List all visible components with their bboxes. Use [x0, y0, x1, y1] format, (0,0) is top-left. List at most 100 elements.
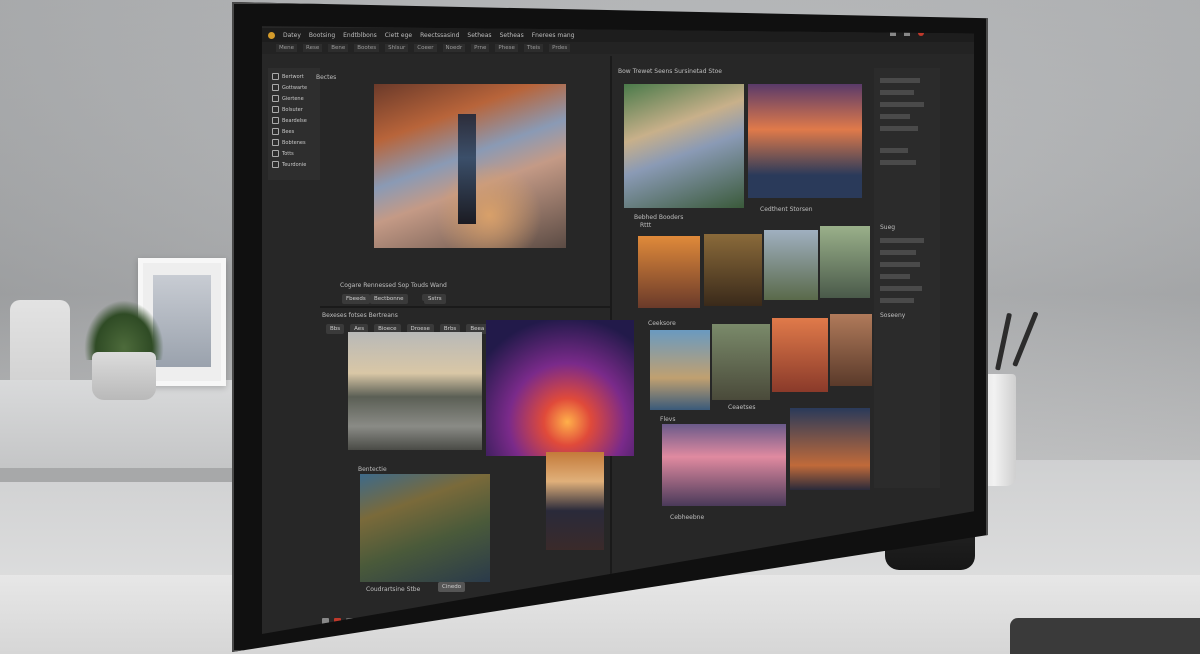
- crop-icon: [272, 95, 279, 102]
- menu-item[interactable]: Setheas: [500, 32, 524, 39]
- tab[interactable]: Shlsur: [385, 44, 409, 52]
- panel-label: Soseeny: [880, 312, 906, 319]
- subject-figure: [458, 114, 476, 224]
- gallery-label: Flevs: [660, 416, 676, 423]
- menu-item[interactable]: Bootsing: [309, 32, 335, 39]
- properties-panel: Sueg Soseeny: [874, 68, 940, 488]
- tab[interactable]: Tteis: [523, 44, 544, 52]
- property-row[interactable]: [880, 126, 918, 131]
- property-row[interactable]: [880, 78, 920, 83]
- layers-icon: [272, 106, 279, 113]
- tool-label: Beardelse: [282, 117, 307, 124]
- menu-item[interactable]: Ciett ege: [385, 32, 412, 39]
- tab[interactable]: Coeer: [414, 44, 437, 52]
- tool-brush[interactable]: Bertwort: [272, 72, 316, 81]
- tool-panel: Bertwort Gottwarte Giertene Bolsuter Bea…: [268, 68, 320, 180]
- main-canvas-image[interactable]: [374, 84, 566, 248]
- tab[interactable]: Bene: [328, 44, 349, 52]
- gallery-photo[interactable]: [638, 236, 700, 308]
- canvas-button[interactable]: Bectbonne: [370, 294, 408, 304]
- gallery-header: Bow Trewet Seens Sursinetad Stoe: [618, 68, 722, 75]
- tool-label: Teurdonie: [282, 161, 307, 168]
- gallery-label: Ceeksore: [648, 320, 676, 327]
- property-row[interactable]: [880, 102, 924, 107]
- thumbnail-portrait-landscape[interactable]: [360, 474, 490, 582]
- property-row[interactable]: [880, 148, 908, 153]
- gallery-photo[interactable]: [772, 318, 828, 392]
- thumbnail-portrait[interactable]: [546, 452, 604, 550]
- tab[interactable]: Bootes: [354, 44, 380, 52]
- tab[interactable]: Mene: [276, 44, 297, 52]
- property-row[interactable]: [880, 262, 920, 267]
- eyedropper-icon: [272, 117, 279, 124]
- property-row[interactable]: [880, 298, 914, 303]
- lower-bar-button[interactable]: Cinedo: [438, 582, 466, 592]
- gallery-photo[interactable]: [650, 330, 710, 410]
- tool-label: Bees: [282, 128, 295, 135]
- tool-text[interactable]: Totts: [272, 149, 316, 158]
- brush-icon: [272, 73, 279, 80]
- tool-label: Giertene: [282, 95, 304, 102]
- gallery-label: Bebhed Booders: [634, 214, 684, 221]
- canvas-header: Bectes: [316, 74, 337, 81]
- tool-label: Gottwarte: [282, 84, 308, 91]
- tab[interactable]: Prne: [471, 44, 490, 52]
- tab[interactable]: Prdes: [549, 44, 571, 52]
- tool-stamp[interactable]: Bees: [272, 127, 316, 136]
- tool-lasso[interactable]: Gottwarte: [272, 83, 316, 92]
- lower-header: Bexeses fotses Bertreans: [322, 312, 398, 319]
- pane-divider[interactable]: [610, 56, 612, 576]
- menu-item[interactable]: Fnerees mang: [532, 32, 575, 39]
- gallery-photo[interactable]: [704, 234, 762, 306]
- app-logo-icon: [268, 31, 275, 39]
- lower-bar: Coudrartsine Stbe: [366, 586, 421, 593]
- thumbnail-neon-forest[interactable]: [486, 320, 634, 456]
- plant: [84, 300, 164, 360]
- tool-label: Bertwort: [282, 73, 304, 80]
- tab[interactable]: Noedr: [442, 44, 466, 52]
- lasso-icon: [272, 84, 279, 91]
- tab-bar: Mene Rese Bene Bootes Shlsur Coeer Noedr…: [262, 42, 974, 54]
- tool-zoom[interactable]: Teurdonie: [272, 160, 316, 169]
- gallery-photo[interactable]: [748, 84, 862, 198]
- menu-item[interactable]: Reectssasind: [420, 32, 459, 39]
- property-row[interactable]: [880, 160, 916, 165]
- menu-item[interactable]: Datey: [283, 32, 301, 39]
- plant-pot: [92, 352, 156, 400]
- gallery-photo[interactable]: [820, 226, 870, 298]
- property-row[interactable]: [880, 286, 922, 291]
- gallery-photo[interactable]: [624, 84, 744, 208]
- gallery-label: Rttt: [640, 222, 652, 229]
- tool-eraser[interactable]: Bobtenes: [272, 138, 316, 147]
- menu-item[interactable]: Setheas: [467, 32, 491, 39]
- lower-tab[interactable]: Bbs: [326, 324, 345, 334]
- gallery-photo[interactable]: [712, 324, 770, 400]
- property-row[interactable]: [880, 274, 910, 279]
- gallery-photo[interactable]: [764, 230, 818, 300]
- thumbnail-seascape[interactable]: [348, 332, 482, 450]
- canvas-button[interactable]: Sstrs: [424, 294, 446, 304]
- tool-label: Bolsuter: [282, 106, 303, 113]
- stamp-icon: [272, 128, 279, 135]
- property-row[interactable]: [880, 238, 924, 243]
- tool-eyedropper[interactable]: Beardelse: [272, 116, 316, 125]
- menu-item[interactable]: Endtblbons: [343, 32, 377, 39]
- tab[interactable]: Phese: [495, 44, 518, 52]
- gallery-photo[interactable]: [790, 408, 870, 490]
- property-row[interactable]: [880, 250, 916, 255]
- panel-label: Sueg: [880, 224, 896, 231]
- property-row[interactable]: [880, 114, 910, 119]
- zoom-icon: [272, 161, 279, 168]
- canvas-button[interactable]: Fbeeds: [342, 294, 370, 304]
- gallery-label: Cebheebne: [670, 514, 705, 521]
- pane-divider[interactable]: [320, 306, 610, 308]
- canvas-caption: Cogare Rennessed Sop Touds Wand: [340, 282, 447, 289]
- tool-layers[interactable]: Bolsuter: [272, 105, 316, 114]
- tab[interactable]: Rese: [303, 44, 323, 52]
- tool-crop[interactable]: Giertene: [272, 94, 316, 103]
- gallery-photo[interactable]: [662, 424, 786, 506]
- gallery-label: Cedthent Storsen: [760, 206, 813, 213]
- gallery-photo[interactable]: [830, 314, 872, 386]
- gallery-label: Ceaetses: [728, 404, 756, 411]
- property-row[interactable]: [880, 90, 914, 95]
